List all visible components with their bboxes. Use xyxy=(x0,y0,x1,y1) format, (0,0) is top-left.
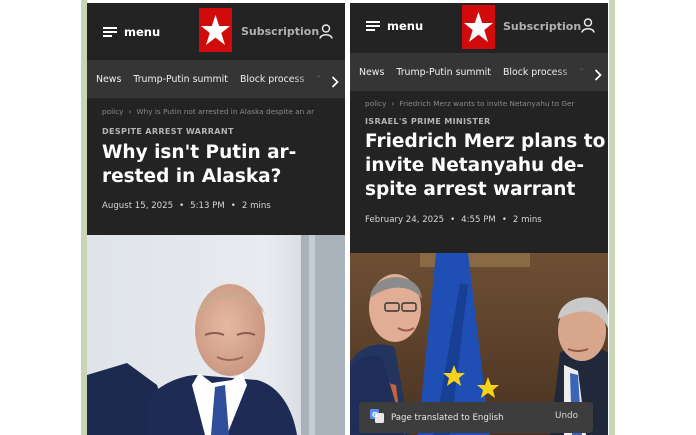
menu-button[interactable]: menu xyxy=(103,25,160,39)
subscription-link[interactable]: Subscription xyxy=(241,25,319,38)
chevron-right-icon[interactable] xyxy=(331,73,339,92)
nav-fade xyxy=(289,60,325,98)
stern-logo[interactable] xyxy=(462,5,495,49)
headline-line: Friedrich Merz plans to xyxy=(365,131,606,152)
headline-line: rested in Alaska? xyxy=(102,166,282,187)
headline-line: Why isn't Putin ar- xyxy=(102,142,297,163)
article-headline: Friedrich Merz plans to invite Netanyahu… xyxy=(365,130,605,202)
breadcrumb-policy[interactable]: policy xyxy=(102,107,123,116)
article-meta: February 24, 2025 • 4:55 PM • 2 mins xyxy=(365,215,542,225)
article-panel-putin: menu Subscription News Trump-Putin summi… xyxy=(87,3,345,435)
headline-line: spite arrest warrant xyxy=(365,179,576,200)
subscription-link[interactable]: Subscription xyxy=(503,20,581,33)
user-icon[interactable] xyxy=(319,24,333,43)
section-nav: News Trump-Putin summit Block process “ xyxy=(87,60,345,98)
article-read-time: 2 mins xyxy=(241,201,271,211)
article-meta: August 15, 2025 • 5:13 PM • 2 mins xyxy=(102,201,271,211)
undo-translation-button[interactable]: Undo xyxy=(555,411,578,421)
translation-toast-text: Page translated to English xyxy=(391,412,504,423)
article-panel-netanyahu: menu Subscription News Trump-Putin summi… xyxy=(350,3,608,435)
user-icon[interactable] xyxy=(581,18,595,37)
breadcrumb-separator-icon: › xyxy=(391,99,395,108)
nav-item-news[interactable]: News xyxy=(359,67,384,78)
menu-label: menu xyxy=(387,19,424,33)
article-headline: Why isn't Putin ar- rested in Alaska? xyxy=(102,141,296,189)
translation-toast: G Page translated to English Undo xyxy=(359,402,593,433)
google-translate-icon: G xyxy=(370,408,384,427)
menu-button[interactable]: menu xyxy=(366,19,423,33)
breadcrumb-separator-icon: › xyxy=(128,107,132,116)
article-date: February 24, 2025 xyxy=(365,215,445,225)
article-time: 4:55 PM xyxy=(461,215,496,225)
chevron-right-icon[interactable] xyxy=(594,66,602,85)
menu-label: menu xyxy=(124,25,161,39)
nav-item-news[interactable]: News xyxy=(96,74,121,85)
frame-right-edge xyxy=(609,0,615,435)
article-kicker: DESPITE ARREST WARRANT xyxy=(102,126,234,136)
section-nav-list: News Trump-Putin summit Block process “ xyxy=(87,60,323,98)
breadcrumb: policy › Why is Putin not arrested in Alas… xyxy=(102,107,330,116)
article-date: August 15, 2025 xyxy=(102,201,174,211)
article-read-time: 2 mins xyxy=(512,215,542,225)
breadcrumb: policy › Friedrich Merz wants to invite Ne… xyxy=(365,99,593,108)
headline-line: invite Netanyahu de- xyxy=(365,155,585,176)
article-photo-putin xyxy=(87,235,345,435)
stern-logo[interactable] xyxy=(199,8,232,52)
nav-item-trump-putin-summit[interactable]: Trump-Putin summit xyxy=(396,67,491,78)
section-nav-list: News Trump-Putin summit Block process “ xyxy=(350,53,586,91)
section-nav: News Trump-Putin summit Block process “ xyxy=(350,53,608,91)
white-star-on-red-logo-icon xyxy=(464,12,493,42)
breadcrumb-current: Why is Putin not arrested in Alaska desp… xyxy=(136,107,315,116)
nav-item-trump-putin-summit[interactable]: Trump-Putin summit xyxy=(133,74,228,85)
hamburger-icon xyxy=(103,27,117,37)
site-header: menu Subscription xyxy=(87,3,345,59)
article-kicker: ISRAEL'S PRIME MINISTER xyxy=(365,116,491,126)
breadcrumb-policy[interactable]: policy xyxy=(365,99,386,108)
site-header: menu Subscription xyxy=(350,3,608,59)
svg-text:G: G xyxy=(372,411,378,419)
breadcrumb-current: Friedrich Merz wants to invite Netanyahu… xyxy=(399,99,575,108)
nav-fade xyxy=(552,53,588,91)
article-time: 5:13 PM xyxy=(190,201,225,211)
white-star-on-red-logo-icon xyxy=(201,15,230,45)
hamburger-icon xyxy=(366,21,380,31)
